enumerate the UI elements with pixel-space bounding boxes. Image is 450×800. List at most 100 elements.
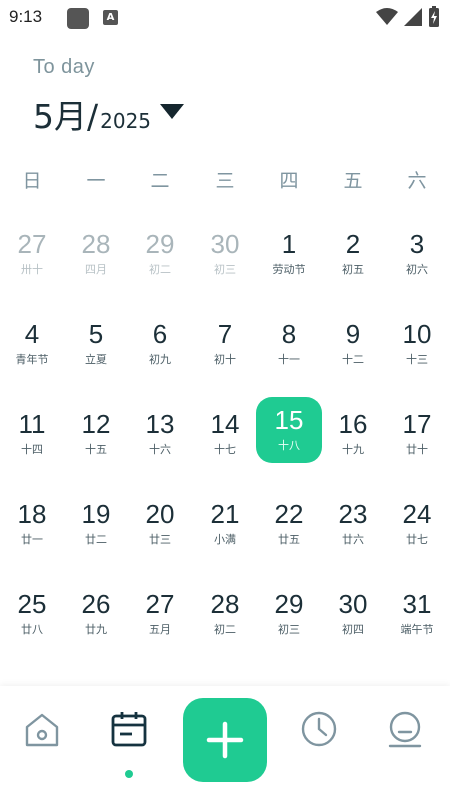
calendar-day[interactable]: 13 十六 [128, 400, 192, 472]
day-number: 6 [152, 319, 168, 349]
lunar-date: 初五 [342, 263, 364, 276]
day-number: 2 [345, 229, 361, 259]
lunar-date: 小满 [214, 533, 236, 546]
calendar-day-today[interactable]: 15 十八 [256, 397, 322, 463]
nav-home[interactable] [10, 686, 74, 776]
lunar-date: 端午节 [400, 623, 434, 636]
calendar-day[interactable]: 24 廿七 [385, 490, 449, 562]
day-number: 10 [402, 319, 432, 349]
calendar-day[interactable]: 22 廿五 [257, 490, 321, 562]
lunar-date: 廿六 [342, 533, 364, 546]
month-year-selector[interactable]: 5月/ 2025 [33, 90, 151, 138]
lunar-date: 初二 [214, 623, 236, 636]
calendar-day[interactable]: 29 初二 [128, 220, 192, 292]
calendar-day[interactable]: 10 十三 [385, 310, 449, 382]
calendar-day[interactable]: 11 十四 [0, 400, 64, 472]
day-number: 19 [81, 499, 111, 529]
nav-clock[interactable] [287, 686, 351, 776]
calendar-day[interactable]: 4 青年节 [0, 310, 64, 382]
calendar-day[interactable]: 1 劳动节 [257, 220, 321, 292]
calendar-day[interactable]: 29 初三 [257, 580, 321, 652]
year-label: 2025 [100, 109, 152, 133]
calendar-day[interactable]: 14 十七 [193, 400, 257, 472]
calendar-day[interactable]: 31 端午节 [385, 580, 449, 652]
day-number: 20 [145, 499, 175, 529]
calendar-day[interactable]: 16 十九 [321, 400, 385, 472]
nav-calendar[interactable] [97, 686, 161, 776]
calendar-day[interactable]: 18 廿一 [0, 490, 64, 562]
day-number: 24 [402, 499, 432, 529]
dropdown-triangle-icon[interactable] [160, 104, 184, 119]
calendar-day[interactable]: 9 十二 [321, 310, 385, 382]
lunar-date: 十一 [278, 353, 300, 366]
day-number: 1 [281, 229, 297, 259]
notification-app-icon [67, 8, 89, 29]
day-number: 28 [210, 589, 240, 619]
calendar-day[interactable]: 12 十五 [64, 400, 128, 472]
lunar-date: 十二 [342, 353, 364, 366]
status-bar: 9:13 A [0, 0, 450, 36]
calendar-day[interactable]: 8 十一 [257, 310, 321, 382]
day-number: 21 [210, 499, 240, 529]
day-number: 31 [402, 589, 432, 619]
lunar-date: 青年节 [15, 353, 49, 366]
calendar-day[interactable]: 6 初九 [128, 310, 192, 382]
calendar-icon [111, 712, 147, 747]
lunar-date: 廿三 [149, 533, 171, 546]
day-number: 30 [338, 589, 368, 619]
lunar-date: 十八 [278, 439, 300, 452]
weekday-label: 五 [343, 170, 363, 192]
add-button[interactable] [183, 698, 267, 782]
lunar-date: 初三 [214, 263, 236, 276]
weekday-label: 三 [215, 170, 235, 192]
battery-charging-icon [429, 6, 439, 27]
weekday-label: 一 [86, 170, 106, 192]
day-number: 4 [24, 319, 40, 349]
lunar-date: 初二 [149, 263, 171, 276]
lunar-date: 廿十 [406, 443, 428, 456]
calendar-day[interactable]: 26 廿九 [64, 580, 128, 652]
calendar-day[interactable]: 20 廿三 [128, 490, 192, 562]
profile-icon [388, 711, 422, 748]
day-number: 25 [17, 589, 47, 619]
calendar-day[interactable]: 30 初三 [193, 220, 257, 292]
calendar-day[interactable]: 2 初五 [321, 220, 385, 292]
day-number: 15 [274, 405, 304, 435]
day-number: 12 [81, 409, 111, 439]
nav-profile[interactable] [373, 686, 437, 776]
calendar-day[interactable]: 28 初二 [193, 580, 257, 652]
calendar-day[interactable]: 5 立夏 [64, 310, 128, 382]
lunar-date: 劳动节 [272, 263, 306, 276]
weekday-label: 二 [150, 170, 170, 192]
calendar-day[interactable]: 25 廿八 [0, 580, 64, 652]
day-number: 28 [81, 229, 111, 259]
lunar-date: 卅十 [21, 263, 43, 276]
clock-icon [301, 711, 337, 747]
lunar-date: 初十 [214, 353, 236, 366]
month-label: 5月/ [33, 97, 99, 136]
calendar-day[interactable]: 21 小满 [193, 490, 257, 562]
day-number: 27 [17, 229, 47, 259]
home-icon [25, 713, 59, 747]
weekday-label: 日 [22, 170, 42, 192]
lunar-date: 十七 [214, 443, 236, 456]
calendar-day[interactable]: 28 四月 [64, 220, 128, 292]
active-tab-indicator [125, 770, 133, 778]
day-number: 7 [217, 319, 233, 349]
lunar-date: 廿五 [278, 533, 300, 546]
calendar-day[interactable]: 19 廿二 [64, 490, 128, 562]
lunar-date: 十六 [149, 443, 171, 456]
calendar-day[interactable]: 27 卅十 [0, 220, 64, 292]
weekday-label: 六 [407, 170, 427, 192]
day-number: 27 [145, 589, 175, 619]
calendar-day[interactable]: 27 五月 [128, 580, 192, 652]
calendar-day[interactable]: 30 初四 [321, 580, 385, 652]
lunar-date: 十三 [406, 353, 428, 366]
calendar-day[interactable]: 7 初十 [193, 310, 257, 382]
day-number: 14 [210, 409, 240, 439]
calendar-day[interactable]: 23 廿六 [321, 490, 385, 562]
lunar-date: 十九 [342, 443, 364, 456]
calendar-day[interactable]: 3 初六 [385, 220, 449, 292]
day-number: 26 [81, 589, 111, 619]
calendar-day[interactable]: 17 廿十 [385, 400, 449, 472]
